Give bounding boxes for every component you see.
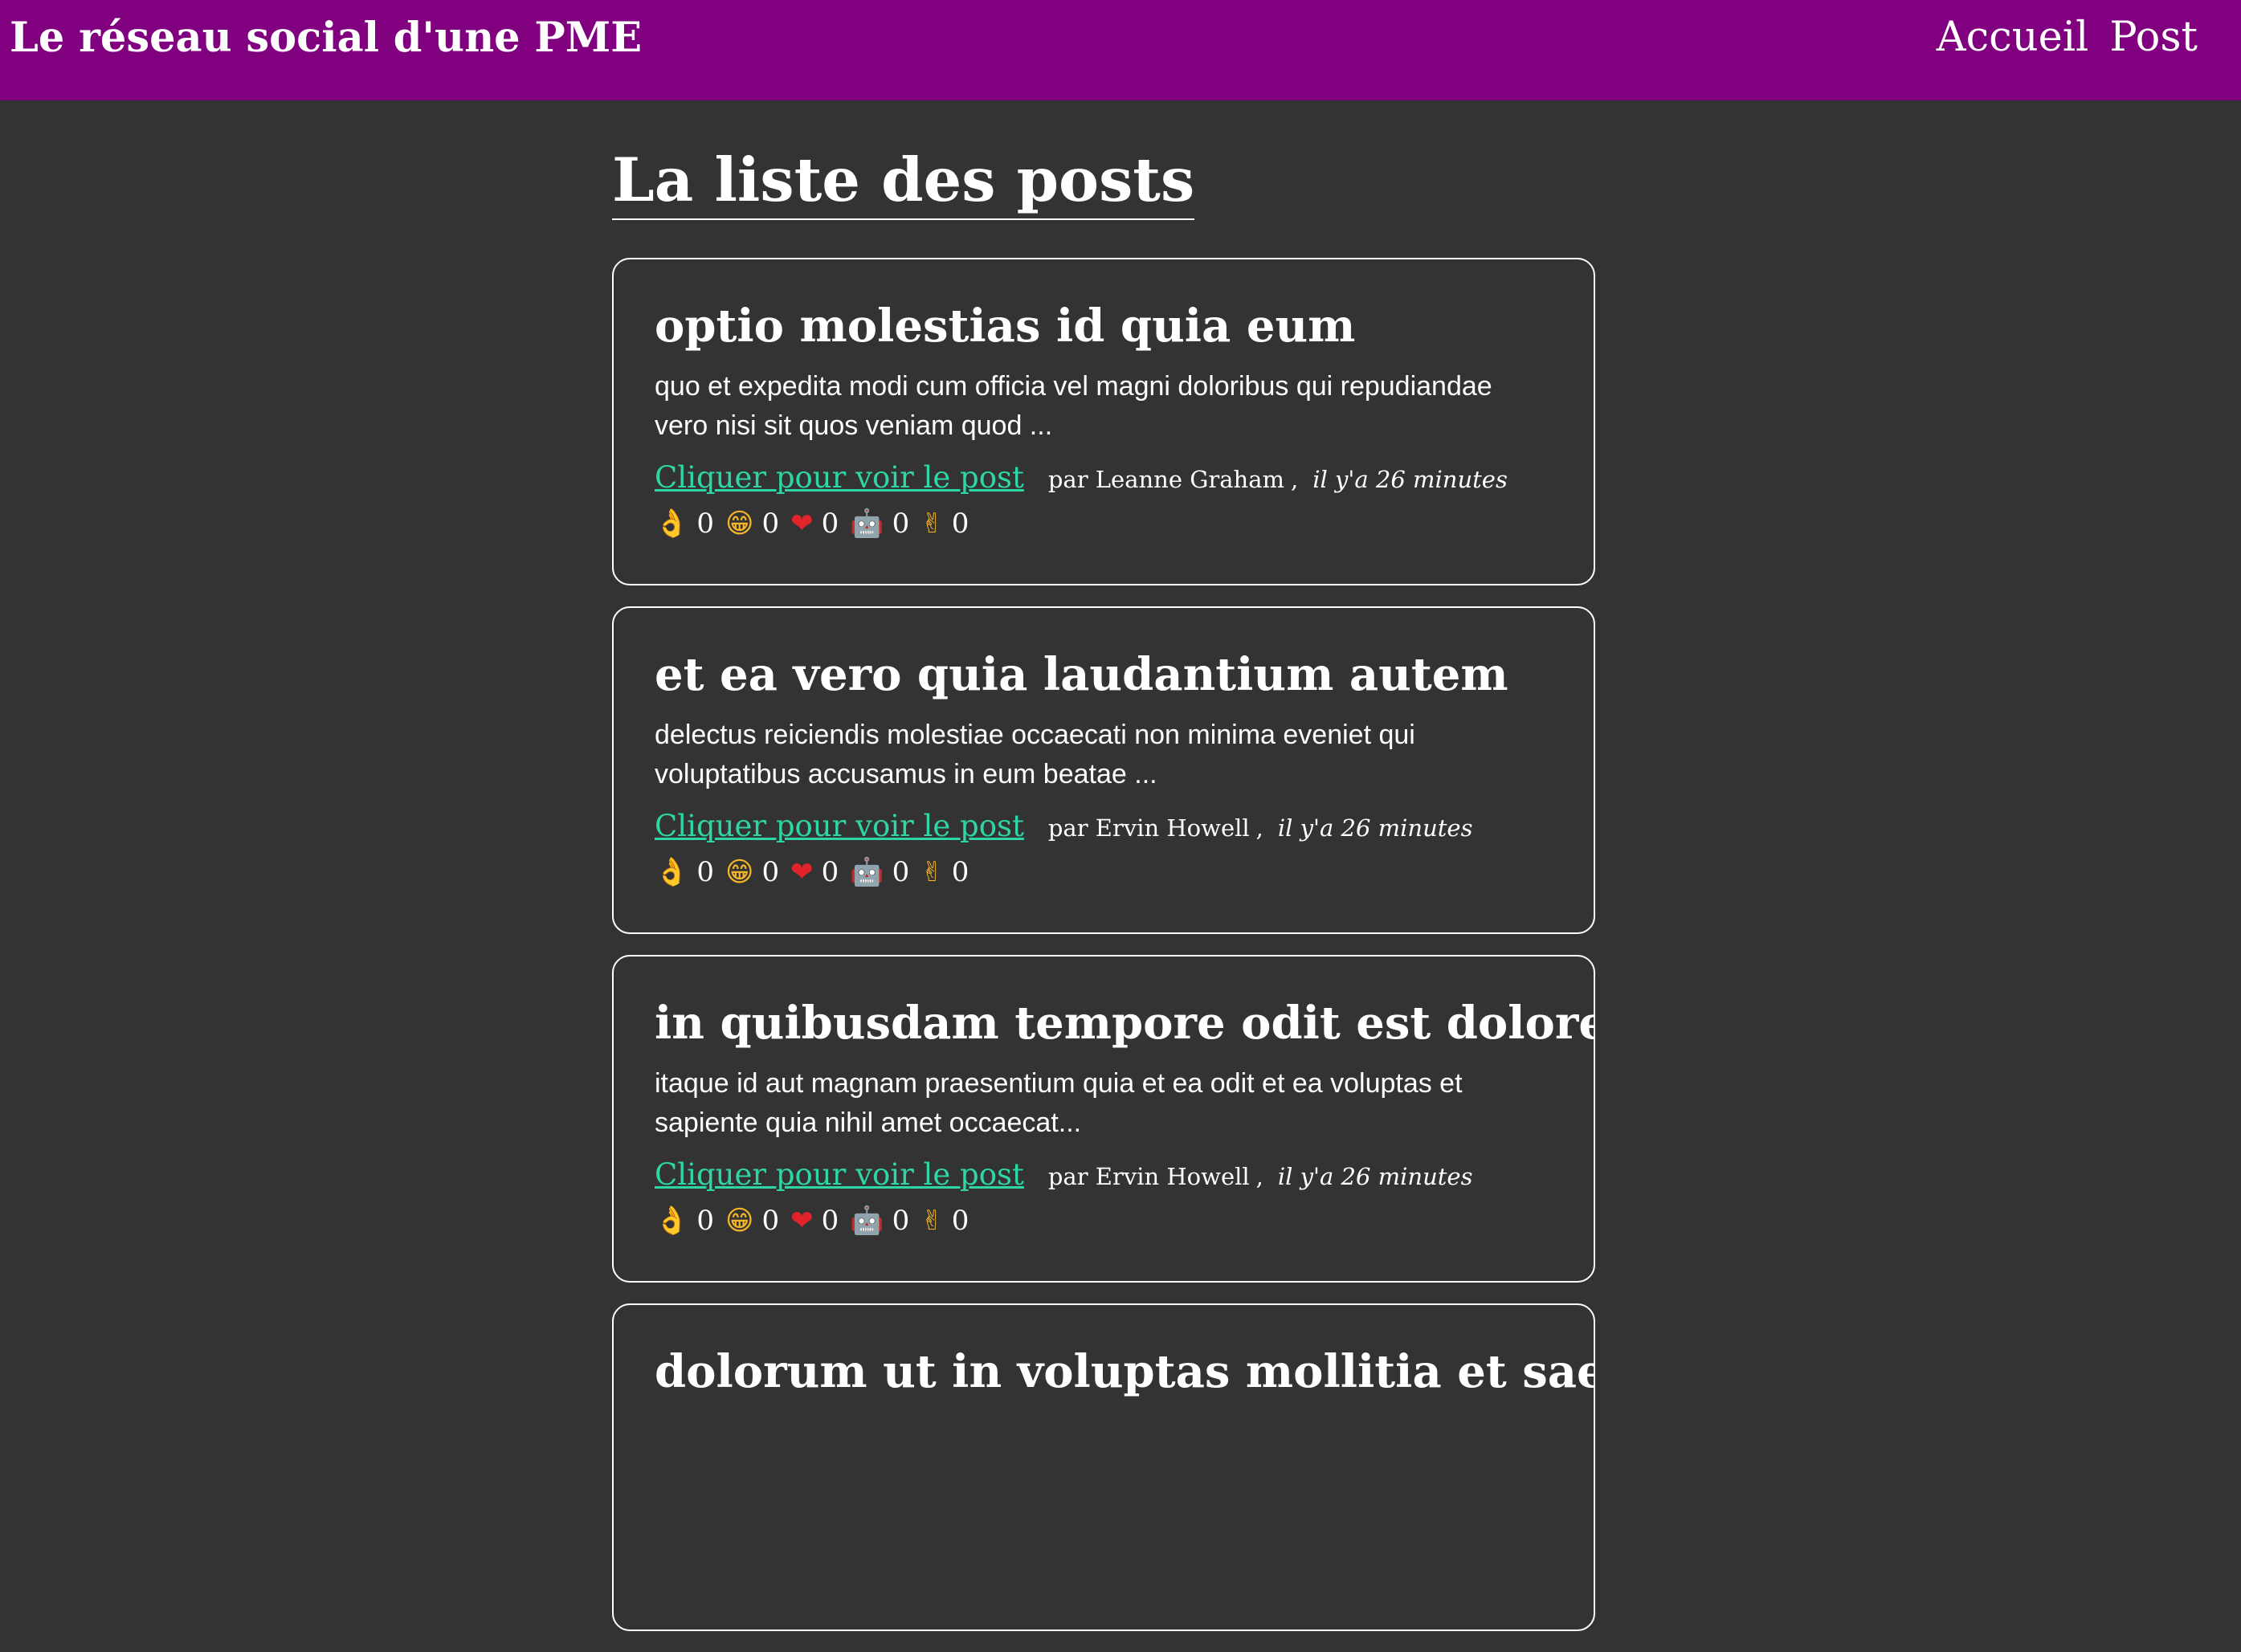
post-card: dolorum ut in voluptas mollitia et saepe xyxy=(612,1303,1595,1631)
reaction-bar: 👌 0 😁 0 ❤ 0 🤖 0 ✌ 0 xyxy=(655,852,1553,892)
reaction-count: 0 xyxy=(821,856,839,888)
post-time: il y'a 26 minutes xyxy=(1277,1163,1473,1190)
reaction-bar: 👌 0 😁 0 ❤ 0 🤖 0 ✌ 0 xyxy=(655,1201,1553,1241)
reaction-heart[interactable]: ❤ 0 xyxy=(790,1205,839,1237)
nav-link-post[interactable]: Post xyxy=(2109,11,2198,64)
reaction-heart[interactable]: ❤ 0 xyxy=(790,508,839,540)
meta-separator: , xyxy=(1291,466,1299,493)
post-title: et ea vero quia laudantium autem xyxy=(655,648,1508,701)
grin-icon: 😁 xyxy=(725,1205,754,1237)
reaction-ok-hand[interactable]: 👌 0 xyxy=(655,508,714,540)
reaction-count: 0 xyxy=(761,508,780,540)
post-card: et ea vero quia laudantium autem delectu… xyxy=(612,606,1595,934)
reaction-count: 0 xyxy=(696,508,714,540)
top-bar: Le réseau social d'une PME Accueil Post xyxy=(0,0,2241,100)
reaction-count: 0 xyxy=(821,1205,839,1237)
reaction-bar: 👌 0 😁 0 ❤ 0 🤖 0 ✌ 0 xyxy=(655,504,1553,544)
reaction-robot[interactable]: 🤖 0 xyxy=(850,1205,909,1237)
post-card: in quibusdam tempore odit est dolorem it… xyxy=(612,955,1595,1283)
heart-icon: ❤ xyxy=(790,856,814,888)
meta-separator: , xyxy=(1255,814,1263,842)
grin-icon: 😁 xyxy=(725,856,754,888)
post-author: par Ervin Howell xyxy=(1047,814,1250,842)
peace-icon: ✌ xyxy=(920,1205,944,1237)
post-time: il y'a 26 minutes xyxy=(1277,814,1473,842)
reaction-count: 0 xyxy=(951,856,969,888)
reaction-count: 0 xyxy=(892,856,910,888)
reaction-ok-hand[interactable]: 👌 0 xyxy=(655,856,714,888)
post-list: optio molestias id quia eum quo et exped… xyxy=(612,258,1595,1631)
reaction-count: 0 xyxy=(951,1205,969,1237)
reaction-count: 0 xyxy=(696,856,714,888)
nav-link-accueil[interactable]: Accueil xyxy=(1937,11,2089,64)
meta-separator: , xyxy=(1255,1163,1263,1190)
post-meta: Cliquer pour voir le post par Ervin Howe… xyxy=(655,806,1553,849)
post-time: il y'a 26 minutes xyxy=(1312,466,1508,493)
reaction-count: 0 xyxy=(821,508,839,540)
view-post-link[interactable]: Cliquer pour voir le post xyxy=(655,806,1024,847)
ok-hand-icon: 👌 xyxy=(655,508,689,540)
post-excerpt: quo et expedita modi cum officia vel mag… xyxy=(655,371,1492,441)
post-excerpt: delectus reiciendis molestiae occaecati … xyxy=(655,720,1415,789)
post-meta: Cliquer pour voir le post par Ervin Howe… xyxy=(655,1154,1553,1197)
post-title: optio molestias id quia eum xyxy=(655,300,1356,353)
reaction-robot[interactable]: 🤖 0 xyxy=(850,508,909,540)
ok-hand-icon: 👌 xyxy=(655,856,689,888)
post-card: optio molestias id quia eum quo et exped… xyxy=(612,258,1595,585)
view-post-link[interactable]: Cliquer pour voir le post xyxy=(655,457,1024,499)
reaction-peace[interactable]: ✌ 0 xyxy=(920,856,969,888)
post-title: dolorum ut in voluptas mollitia et saepe xyxy=(655,1345,1595,1398)
post-excerpt: itaque id aut magnam praesentium quia et… xyxy=(655,1068,1463,1138)
reaction-peace[interactable]: ✌ 0 xyxy=(920,508,969,540)
reaction-grin[interactable]: 😁 0 xyxy=(725,508,779,540)
post-author: par Leanne Graham xyxy=(1047,466,1285,493)
ok-hand-icon: 👌 xyxy=(655,1205,689,1237)
reaction-count: 0 xyxy=(892,1205,910,1237)
robot-icon: 🤖 xyxy=(850,1205,884,1237)
reaction-count: 0 xyxy=(761,856,780,888)
site-brand[interactable]: Le réseau social d'une PME xyxy=(10,11,642,64)
main-content: La liste des posts optio molestias id qu… xyxy=(612,100,1595,1652)
peace-icon: ✌ xyxy=(920,508,944,540)
reaction-count: 0 xyxy=(951,508,969,540)
heart-icon: ❤ xyxy=(790,1205,814,1237)
reaction-heart[interactable]: ❤ 0 xyxy=(790,856,839,888)
reaction-count: 0 xyxy=(696,1205,714,1237)
robot-icon: 🤖 xyxy=(850,508,884,540)
post-title: in quibusdam tempore odit est dolorem xyxy=(655,997,1595,1050)
peace-icon: ✌ xyxy=(920,856,944,888)
post-author: par Ervin Howell xyxy=(1047,1163,1250,1190)
view-post-link[interactable]: Cliquer pour voir le post xyxy=(655,1154,1024,1196)
page-title: La liste des posts xyxy=(612,142,1195,220)
reaction-grin[interactable]: 😁 0 xyxy=(725,856,779,888)
reaction-peace[interactable]: ✌ 0 xyxy=(920,1205,969,1237)
reaction-grin[interactable]: 😁 0 xyxy=(725,1205,779,1237)
post-meta: Cliquer pour voir le post par Leanne Gra… xyxy=(655,457,1553,500)
main-nav: Accueil Post xyxy=(1937,11,2198,64)
reaction-count: 0 xyxy=(892,508,910,540)
reaction-robot[interactable]: 🤖 0 xyxy=(850,856,909,888)
robot-icon: 🤖 xyxy=(850,856,884,888)
heart-icon: ❤ xyxy=(790,508,814,540)
reaction-count: 0 xyxy=(761,1205,780,1237)
reaction-ok-hand[interactable]: 👌 0 xyxy=(655,1205,714,1237)
grin-icon: 😁 xyxy=(725,508,754,540)
